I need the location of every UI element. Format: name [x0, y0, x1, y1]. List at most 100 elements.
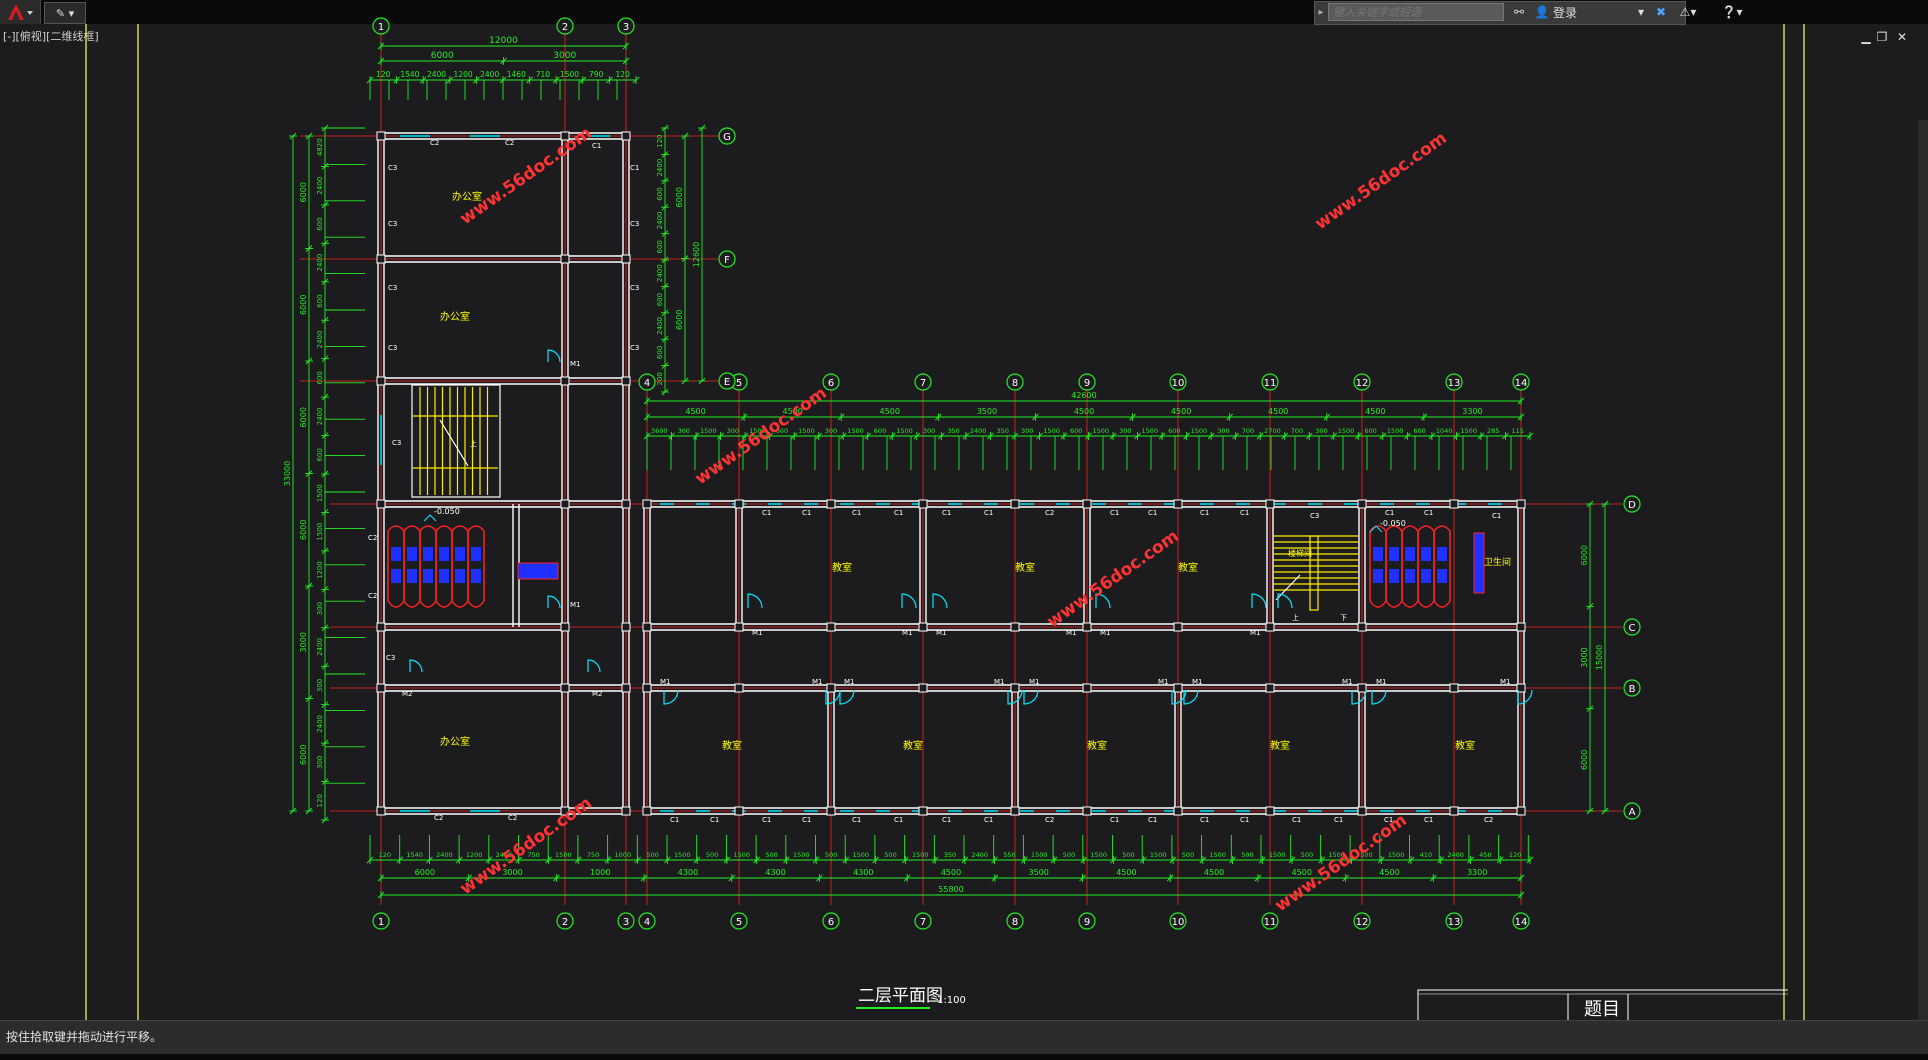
elevation-right: -0.050 [1380, 519, 1406, 528]
dim-top-main-detail-label-11: 300 [923, 427, 935, 435]
dim-bottom-detail-label-29: 500 [1241, 851, 1253, 859]
tag-19: M2 [592, 690, 603, 698]
drawing-canvas[interactable]: 120006000 3000120 1540 2400 1200 2400 1460 710 1… [0, 0, 1928, 1060]
tag-31: C3 [1310, 512, 1319, 520]
tag-8: C3 [630, 284, 639, 292]
axis-bubble-wing-F-text: F [724, 255, 730, 266]
watermark-1: www.56doc.com [1311, 128, 1450, 234]
tag-2: C1 [592, 142, 601, 150]
tag-40: M1 [1250, 629, 1261, 637]
dim-top-main-detail-label-10: 1500 [896, 427, 913, 435]
tag-57: C1 [762, 816, 771, 824]
toilet-left-bowl-b-4 [455, 569, 465, 583]
dim-rightwing-detail-label-2: 600 [656, 187, 664, 200]
door-office-bottom-a [409, 659, 423, 673]
dim-left-detail-label-0: 4820 [316, 138, 324, 156]
axis-bubble-bottom-7: 7 [914, 912, 932, 930]
axis-bubble-mid-4-text: 4 [644, 378, 650, 389]
axis-bubble-mid-8: 8 [1006, 373, 1024, 391]
room-classroom-s3: 教室 [1087, 739, 1107, 752]
axis-bubble-bottom-7-text: 7 [920, 917, 926, 928]
dim-bottom-detail-label-10: 1500 [674, 851, 691, 859]
tag-59: C1 [852, 816, 861, 824]
tag-30: C1 [1240, 509, 1249, 517]
column-12-0 [1449, 499, 1459, 509]
dim-bottom-bays-label-0: 6000 [415, 868, 435, 877]
tag-56: C1 [710, 816, 719, 824]
bottom-strip [0, 1054, 1928, 1060]
column-13-1 [1516, 622, 1526, 632]
toilet-right-stall-2 [1401, 525, 1419, 608]
dim-top-main-detail-label-12: 350 [947, 427, 959, 435]
axis-bubble-bottom-9-text: 9 [1084, 917, 1090, 928]
tag-64: C1 [1110, 816, 1119, 824]
tag-41: 上 [1292, 613, 1299, 622]
door-office-mid [547, 349, 561, 363]
column-13-0 [1516, 499, 1526, 509]
axis-bubble-bottom-12: 12 [1353, 912, 1371, 930]
dim-rightwing-detail-label-9: 200 [656, 372, 664, 385]
dim-bottom-total-label-0: 55800 [938, 885, 963, 894]
column-3-2 [642, 683, 652, 693]
tag-38: M1 [1066, 629, 1077, 637]
tag-42: 下 [1340, 614, 1347, 622]
room-labels: 办公室 办公室 办公室 教室 教室 教室 教室 教室 教室 教室 教室 卫生间 … [440, 190, 1511, 752]
dim-top-main-bays-label-6: 4500 [1268, 407, 1288, 416]
tag-35: M1 [752, 629, 763, 637]
axis-bubble-right-D-text: D [1628, 500, 1636, 511]
column-6-0 [918, 499, 928, 509]
column-w-0-5 [376, 683, 386, 693]
dim-top-main-detail-label-27: 300 [1315, 427, 1327, 435]
axis-bubble-mid-10-text: 10 [1172, 378, 1185, 389]
axis-bubble-mid-9: 9 [1078, 373, 1096, 391]
column-w-1-4 [560, 622, 570, 632]
column-4-0 [734, 499, 744, 509]
column-6-2 [918, 683, 928, 693]
watermark-4: www.56doc.com [456, 793, 595, 899]
axis-bubble-right-B-text: B [1629, 684, 1636, 695]
dim-bottom-bays-label-2: 1000 [590, 868, 610, 877]
toilet-left-stall-4 [451, 525, 469, 608]
dim-top-main-bays-label-3: 3500 [977, 407, 997, 416]
dim-top-main-detail-label-8: 1500 [847, 427, 864, 435]
axis-bubble-mid-10: 10 [1169, 373, 1187, 391]
dim-top-main-detail-label-16: 1500 [1043, 427, 1060, 435]
axis-bubble-bottom-11-text: 11 [1264, 917, 1277, 928]
axis-bubble-right-D: D [1623, 495, 1641, 513]
dim-left-detail-label-11: 1200 [316, 561, 324, 579]
column-w-1-3 [560, 499, 570, 509]
doors [409, 349, 1533, 705]
dim-bottom-detail-label-35: 410 [1420, 851, 1432, 859]
tag-62: C1 [984, 816, 993, 824]
column-9-3 [1173, 806, 1183, 816]
room-classroom-s5: 教室 [1455, 739, 1475, 752]
tag-0: C2 [430, 139, 439, 147]
tag-58: C1 [802, 816, 811, 824]
toilet-left-bowl-a-5 [471, 547, 481, 561]
dim-top-main-detail-label-33: 1500 [1460, 427, 1477, 435]
axis-bubble-top-2: 2 [556, 17, 574, 35]
dim-top-wing-bays-label-0: 6000 [431, 51, 454, 61]
column-w-2-6 [621, 806, 631, 816]
axis-bubble-bottom-12-text: 12 [1356, 917, 1369, 928]
tag-53: C2 [434, 814, 443, 822]
axis-bubble-bottom-1: 1 [372, 912, 390, 930]
toilet-left-bowl-b-5 [471, 569, 481, 583]
column-11-2 [1357, 683, 1367, 693]
toilet-right-bowl-b-0 [1373, 569, 1383, 583]
dim-bottom-detail-label-22: 1500 [1031, 851, 1048, 859]
tag-1: C2 [505, 139, 514, 147]
column-w-1-5 [560, 683, 570, 693]
tag-22: C1 [852, 509, 861, 517]
axis-bubble-bottom-6: 6 [822, 912, 840, 930]
dim-top-wing-detail-label-2: 2400 [427, 70, 446, 79]
dim-top-main-detail-label-26: 700 [1291, 427, 1303, 435]
dim-top-main-detail-label-29: 600 [1364, 427, 1376, 435]
toilet-right-stall-1 [1385, 525, 1403, 608]
door-toilet-left [547, 595, 561, 609]
stair-left-arrow [439, 419, 469, 467]
dim-rightwing-detail-label-0: 120 [656, 135, 664, 148]
axis-bubble-bottom-8: 8 [1006, 912, 1024, 930]
tag-16: M1 [570, 360, 581, 368]
column-6-3 [918, 806, 928, 816]
